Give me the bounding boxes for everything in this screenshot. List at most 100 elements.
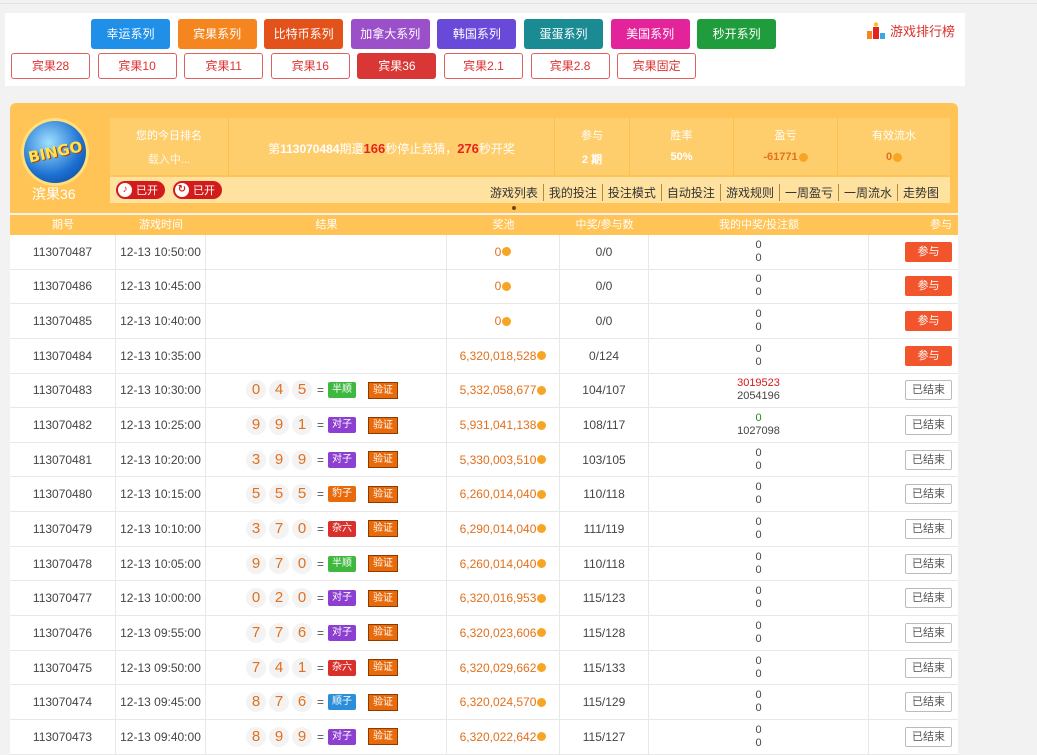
equals-sign: = <box>317 625 325 640</box>
coin-icon <box>798 152 808 162</box>
result-tag: 对子 <box>328 728 357 745</box>
my-bet: 0 <box>755 598 762 611</box>
ended-button[interactable]: 已结束 <box>905 726 952 747</box>
join-button[interactable]: 参与 <box>905 345 952 366</box>
my-bet: 1027098 <box>737 425 780 438</box>
verify-button[interactable]: 验证 <box>368 451 399 469</box>
equals-sign: = <box>317 418 325 433</box>
menu-tab[interactable]: 我的投注 <box>542 184 602 201</box>
issue-number: 113070476 <box>10 616 116 650</box>
series-tab[interactable]: 秒开系列 <box>697 19 777 49</box>
ended-button[interactable]: 已结束 <box>905 518 952 539</box>
verify-button[interactable]: 验证 <box>368 485 399 503</box>
ended-button[interactable]: 已结束 <box>905 692 952 713</box>
refresh-toggle[interactable]: ↻ 已开 <box>173 181 222 199</box>
table-row: 113070486 12-13 10:45:00 0 0/0 0 0 参与 <box>10 269 958 305</box>
result-cell: 8 7 6 = 顺子 验证 <box>206 685 447 719</box>
game-tab[interactable]: 宾果2.8 <box>530 53 610 79</box>
issue-number: 113070475 <box>10 650 116 685</box>
ended-button[interactable]: 已结束 <box>905 657 952 678</box>
menu-tab[interactable]: 自动投注 <box>660 184 720 201</box>
game-tab[interactable]: 宾果固定 <box>617 53 697 79</box>
game-tab[interactable]: 宾果2.1 <box>444 53 523 79</box>
series-tab[interactable]: 幸运系列 <box>91 19 170 49</box>
pool-cell: 6,320,016,953 <box>447 581 560 616</box>
my-win: 0 <box>755 273 762 286</box>
menu-tab[interactable]: 一周盈亏 <box>778 184 838 201</box>
action-cell: 已结束 <box>869 443 958 477</box>
series-tab[interactable]: 韩国系列 <box>437 19 517 49</box>
equals-sign: = <box>317 487 325 502</box>
ended-button[interactable]: 已结束 <box>905 622 952 643</box>
verify-button[interactable]: 验证 <box>368 381 399 399</box>
menu-tab[interactable]: 走势图 <box>896 184 944 201</box>
equals-sign: = <box>317 695 325 710</box>
action-cell: 参与 <box>869 304 958 338</box>
menu-tab[interactable]: 游戏规则 <box>719 184 779 201</box>
result-digit: 7 <box>269 518 289 539</box>
pool-value: 5,330,003,510 <box>459 452 537 467</box>
issue-number: 113070474 <box>10 685 116 719</box>
game-tab[interactable]: 宾果28 <box>11 53 90 79</box>
join-button[interactable]: 参与 <box>905 241 952 262</box>
series-tab[interactable]: 比特币系列 <box>264 19 344 49</box>
verify-button[interactable]: 验证 <box>368 659 399 676</box>
game-tab[interactable]: 宾果10 <box>97 53 177 79</box>
pool-value: 6,320,022,642 <box>459 729 537 744</box>
issue-number: 113070483 <box>10 373 116 408</box>
join-button[interactable]: 参与 <box>905 276 952 297</box>
series-tab[interactable]: 蛋蛋系列 <box>524 19 603 49</box>
ended-button[interactable]: 已结束 <box>905 415 952 436</box>
toggle-row: ♪ 已开 ↻ 已开 <box>116 181 222 199</box>
ended-button[interactable]: 已结束 <box>905 588 952 609</box>
result-digit: 7 <box>246 657 266 678</box>
pool-cell: 6,320,024,570 <box>447 685 560 719</box>
sound-toggle[interactable]: ♪ 已开 <box>116 181 165 199</box>
ended-button[interactable]: 已结束 <box>905 553 952 574</box>
menu-tab[interactable]: 投注模式 <box>601 184 661 201</box>
game-time: 12-13 10:05:00 <box>116 546 206 581</box>
my-win: 0 <box>755 342 762 355</box>
coin-icon <box>893 152 903 162</box>
ended-button[interactable]: 已结束 <box>905 484 952 505</box>
menu-tab[interactable]: 一周流水 <box>837 184 897 201</box>
verify-button[interactable]: 验证 <box>368 520 399 538</box>
coin-icon <box>537 663 547 672</box>
verify-button[interactable]: 验证 <box>368 728 399 746</box>
game-time: 12-13 10:10:00 <box>116 512 206 546</box>
game-time: 12-13 09:50:00 <box>116 650 206 685</box>
table-row: 113070473 12-13 09:40:00 8 9 9 = 对子 验证 6,320,022… <box>10 719 958 755</box>
game-tab[interactable]: 宾果36 <box>357 53 437 79</box>
my-win: 0 <box>755 723 762 736</box>
ended-button[interactable]: 已结束 <box>905 449 952 470</box>
pool-cell: 5,330,003,510 <box>447 442 560 477</box>
action-cell: 参与 <box>869 235 958 269</box>
coin-icon <box>537 455 547 465</box>
result-digit: 7 <box>269 553 289 574</box>
join-button[interactable]: 参与 <box>905 311 952 332</box>
verify-button[interactable]: 验证 <box>368 589 399 607</box>
verify-button[interactable]: 验证 <box>368 416 399 434</box>
result-digit: 4 <box>269 380 289 401</box>
verify-button[interactable]: 验证 <box>368 693 399 711</box>
menu-tab[interactable]: 游戏列表 <box>485 184 543 210</box>
my-bet-cell: 00 <box>649 338 869 373</box>
result-digit: 9 <box>269 449 289 470</box>
game-ranking-link[interactable]: 游戏排行榜 <box>866 21 955 40</box>
result-digit: 1 <box>292 657 312 678</box>
result-digit: 3 <box>246 518 266 539</box>
result-cell: 9 7 0 = 半顺 验证 <box>206 546 447 581</box>
coin-icon <box>537 628 547 638</box>
result-cell <box>206 338 447 373</box>
game-tab[interactable]: 宾果11 <box>184 53 264 79</box>
series-tab[interactable]: 美国系列 <box>610 19 690 49</box>
series-tab[interactable]: 宾果系列 <box>177 19 257 49</box>
ended-button[interactable]: 已结束 <box>905 380 952 401</box>
verify-button[interactable]: 验证 <box>368 555 399 573</box>
series-tab[interactable]: 加拿大系列 <box>350 19 430 49</box>
game-tab[interactable]: 宾果16 <box>270 53 350 79</box>
my-bet-cell: 00 <box>649 304 869 338</box>
winrate-stat: 胜率 50% <box>630 118 734 175</box>
coin-icon <box>537 732 547 742</box>
verify-button[interactable]: 验证 <box>368 624 399 642</box>
